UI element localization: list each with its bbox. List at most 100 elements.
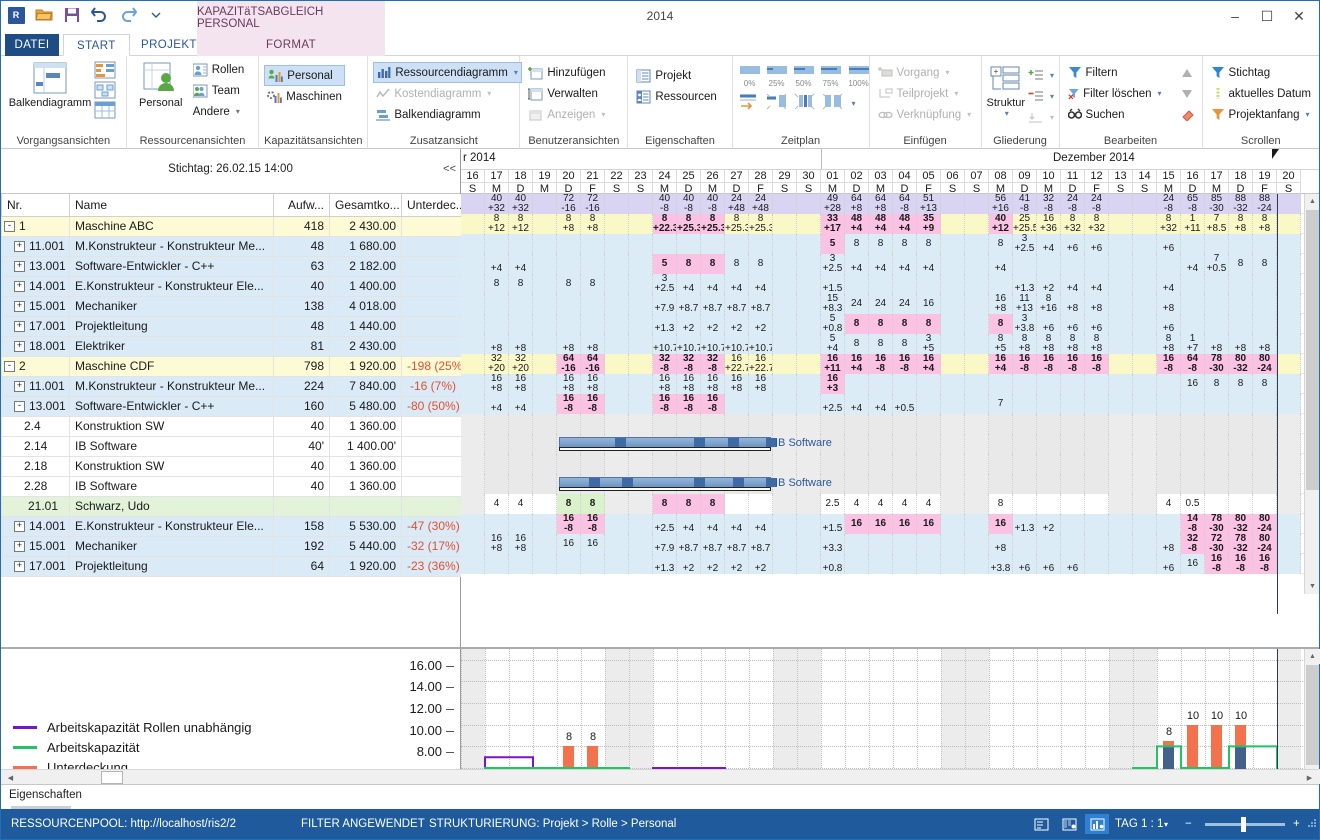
timeline-value-cell[interactable]: +4	[917, 254, 941, 274]
timeline-cell[interactable]	[461, 514, 485, 534]
timeline-value-cell[interactable]: +8.7	[701, 294, 725, 314]
timeline-cell[interactable]	[1205, 234, 1229, 254]
timeline-value-cell[interactable]: 8	[701, 494, 725, 514]
timeline-cell[interactable]	[509, 234, 533, 254]
timeline-cell[interactable]	[989, 474, 1013, 494]
timeline-cell[interactable]	[1133, 414, 1157, 434]
view-list-icon[interactable]	[1029, 814, 1053, 834]
row-expander-icon[interactable]: +	[14, 241, 25, 253]
timeline-value-cell[interactable]: 72 -30	[1205, 534, 1229, 554]
timeline-cell[interactable]	[485, 454, 509, 474]
chart-vertical-scrollbar[interactable]: ▲ ▼	[1304, 649, 1320, 784]
timeline-value-cell[interactable]: +7.9	[653, 294, 677, 314]
timeline-cell[interactable]	[1277, 434, 1301, 454]
timeline-cell[interactable]	[605, 354, 629, 374]
chevron-down-icon[interactable]: ▾	[852, 99, 856, 108]
timeline-value-cell[interactable]: +2	[749, 314, 773, 334]
timeline-value-cell[interactable]: 4	[1157, 494, 1181, 514]
timeline-value-cell[interactable]: +4	[989, 254, 1013, 274]
timeline-value-cell[interactable]: 16 -8	[677, 394, 701, 414]
timeline-value-cell[interactable]: +6	[1157, 314, 1181, 334]
timeline-value-cell[interactable]: 8	[677, 494, 701, 514]
timeline-cell[interactable]	[965, 254, 989, 274]
timeline-cell[interactable]	[629, 194, 653, 214]
timeline-cell[interactable]	[1229, 434, 1253, 454]
timeline-cell[interactable]	[1061, 434, 1085, 454]
timeline-cell[interactable]	[485, 434, 509, 454]
stichtag-button[interactable]: Stichtag	[1208, 62, 1314, 83]
zoom-out-button[interactable]: −	[1185, 818, 1192, 830]
timeline-value-cell[interactable]: 8 +25.3	[749, 214, 773, 234]
timeline-cell[interactable]	[1253, 414, 1277, 434]
timeline-cell[interactable]	[893, 414, 917, 434]
timeline-cell[interactable]	[1109, 454, 1133, 474]
table-row[interactable]: -2 Maschine CDF 798 1 920.00 -198 (25%)	[1, 355, 462, 377]
timeline-cell[interactable]	[485, 474, 509, 494]
timeline-row[interactable]: 8 8 8 8 3 +2.5 +4 +4 +4 +4 +1.5 +1.3 +2 +4 +4 +4	[461, 274, 1319, 294]
timeline-cell[interactable]	[1205, 474, 1229, 494]
timeline-cell[interactable]	[533, 354, 557, 374]
timeline-cell[interactable]	[533, 394, 557, 414]
timeline-value-cell[interactable]: 40 +32	[509, 194, 533, 214]
timeline-cell[interactable]	[1277, 334, 1301, 354]
timeline-value-cell[interactable]: 8	[845, 334, 869, 354]
timeline-value-cell[interactable]: 51 +13	[917, 194, 941, 214]
table-row[interactable]: +15.001 Mechaniker 138 4 018.00	[1, 295, 462, 317]
timeline-cell[interactable]	[581, 234, 605, 254]
timeline-cell[interactable]	[941, 494, 965, 514]
timeline-cell[interactable]	[821, 414, 845, 434]
timeline-cell[interactable]	[509, 454, 533, 474]
row-expander-icon[interactable]: +	[14, 541, 25, 553]
timeline-cell[interactable]	[797, 494, 821, 514]
table-row[interactable]: +11.001 M.Konstrukteur - Konstrukteur Me.…	[1, 235, 462, 257]
timeline-value-cell[interactable]: 5 +4	[821, 334, 845, 354]
timeline-cell[interactable]	[1205, 314, 1229, 334]
timeline-cell[interactable]	[1133, 234, 1157, 254]
schedule-center-icon[interactable]	[794, 93, 816, 114]
timeline-cell[interactable]	[1061, 494, 1085, 514]
timeline-value-cell[interactable]: 72 -16	[581, 194, 605, 214]
timeline-cell[interactable]	[1229, 314, 1253, 334]
timeline-cell[interactable]	[1181, 294, 1205, 314]
timeline-value-cell[interactable]: +2	[1037, 514, 1061, 534]
timeline-cell[interactable]	[605, 414, 629, 434]
timeline-value-cell[interactable]: +10.7	[677, 334, 701, 354]
timeline-cell[interactable]	[1061, 534, 1085, 554]
timeline-cell[interactable]	[485, 314, 509, 334]
timeline-cell[interactable]	[1181, 474, 1205, 494]
timeline-cell[interactable]	[629, 234, 653, 254]
timeline-row[interactable]: 5 8 8 8 8 8 3 +2.5 +4 +6 +6 +6	[461, 234, 1319, 254]
zeitplan-25-button[interactable]: 25%	[765, 64, 789, 88]
timeline-value-cell[interactable]: 16 +8	[509, 534, 533, 554]
timeline-cell[interactable]	[533, 294, 557, 314]
timeline-value-cell[interactable]: 8 +8	[1013, 334, 1037, 354]
timeline-cell[interactable]	[1181, 314, 1205, 334]
timeline-value-cell[interactable]: 80 -32	[1229, 354, 1253, 374]
timeline-value-cell[interactable]: 32 -8	[1181, 534, 1205, 554]
timeline-cell[interactable]	[533, 474, 557, 494]
scroll-down-icon[interactable]	[1177, 83, 1199, 104]
timeline-cell[interactable]	[797, 394, 821, 414]
table-row[interactable]: 2.14 IB Software 40' 1 400.00'	[1, 435, 462, 457]
timeline-cell[interactable]	[965, 514, 989, 534]
timeline-value-cell[interactable]: +8	[1253, 334, 1277, 354]
timeline-cell[interactable]	[965, 194, 989, 214]
timeline-cell[interactable]	[629, 374, 653, 394]
timeline-value-cell[interactable]: +8.7	[725, 534, 749, 554]
timeline-value-cell[interactable]: 72 -16	[557, 194, 581, 214]
timeline-cell[interactable]	[1061, 374, 1085, 394]
timeline-value-cell[interactable]: 8	[989, 314, 1013, 334]
horizontal-scroll-thumb[interactable]	[101, 771, 123, 784]
timeline-value-cell[interactable]: 16	[917, 514, 941, 534]
timeline-cell[interactable]	[701, 454, 725, 474]
timeline-value-cell[interactable]: 16	[893, 514, 917, 534]
timeline-cell[interactable]	[917, 554, 941, 574]
row-expander-icon[interactable]: +	[14, 261, 25, 273]
timeline-value-cell[interactable]: +4	[1061, 274, 1085, 294]
timeline-cell[interactable]	[1013, 394, 1037, 414]
timeline-value-cell[interactable]: 0.5	[1181, 494, 1205, 514]
timeline-value-cell[interactable]: 16 +8	[749, 374, 773, 394]
timeline-value-cell[interactable]: 41 -8	[1013, 194, 1037, 214]
personal-capacity-button[interactable]: Personal	[264, 65, 345, 86]
table-row[interactable]: 2.18 Konstruktion SW 40 1 360.00	[1, 455, 462, 477]
